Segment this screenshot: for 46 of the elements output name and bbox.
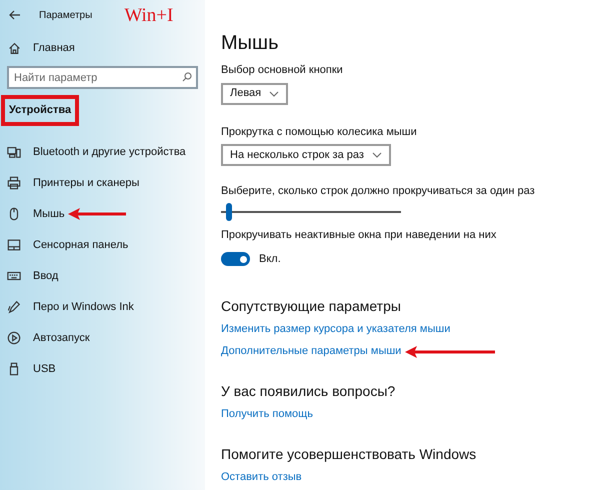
slider-track[interactable] (221, 202, 401, 220)
field-label: Прокрутка с помощью колесика мыши (221, 124, 418, 140)
sidebar-item[interactable]: Принтеры и сканеры (0, 174, 140, 192)
section-heading: Устройства (9, 103, 72, 118)
mouse-icon (7, 207, 21, 221)
pointer-arrow (68, 208, 126, 220)
back-icon[interactable] (9, 10, 21, 20)
page-title: Мышь (221, 32, 280, 54)
chevron-icon (372, 152, 382, 158)
sidebar-item[interactable]: Bluetooth и другие устройства (0, 144, 186, 160)
sidebar-item[interactable]: USB (0, 360, 56, 378)
sidebar-item[interactable]: Ввод (0, 268, 58, 284)
search-icon (182, 72, 192, 82)
keyboard-icon (7, 269, 21, 283)
settings-link[interactable]: Получить помощь (221, 406, 313, 423)
home-nav-item[interactable]: Главная (0, 36, 205, 60)
section-title: Помогите усовершенствовать Windows (221, 446, 478, 462)
window-title: Параметры (39, 8, 92, 22)
field-label: Прокручивать неактивные окна при наведении на них (221, 228, 498, 242)
section-title: Сопутствующие параметры (221, 298, 402, 314)
chevron-icon (269, 90, 280, 96)
usb-icon (7, 362, 21, 376)
toggle-switch[interactable] (221, 252, 250, 266)
field-label: Выберите, сколько строк должно прокручиваться за один раз (221, 184, 536, 199)
slider-thumb[interactable] (226, 202, 232, 220)
sidebar-item[interactable]: Перо и Windows Ink (0, 298, 134, 316)
toggle-knob (240, 256, 247, 263)
primary-button-dropdown[interactable]: Левая (221, 82, 288, 104)
settings-link[interactable]: Дополнительные параметры мыши (221, 343, 402, 360)
search-field[interactable]: Найти параметр (7, 66, 198, 89)
toggle-state: Вкл. (259, 252, 281, 267)
settings-link[interactable]: Изменить размер курсора и указателя мыши (221, 321, 450, 338)
sidebar-item[interactable]: Автозапуск (0, 330, 90, 346)
sidebar-item[interactable]: Сенсорная панель (0, 236, 128, 254)
sidebar-item[interactable]: Мышь (0, 206, 65, 222)
hotkey-annotation: Win+I (124, 6, 174, 24)
home-icon (8, 42, 21, 54)
settings-link[interactable]: Оставить отзыв (221, 469, 302, 486)
section-title: У вас появились вопросы? (221, 382, 396, 400)
pen-icon (7, 300, 21, 314)
autoplay-icon (7, 331, 21, 345)
field-label: Выбор основной кнопки (221, 63, 344, 78)
wheel-scroll-dropdown[interactable]: На несколько строк за раз (221, 144, 391, 166)
devices-icon (7, 145, 21, 159)
printer-icon (7, 176, 21, 190)
touchpad-icon (7, 238, 21, 252)
